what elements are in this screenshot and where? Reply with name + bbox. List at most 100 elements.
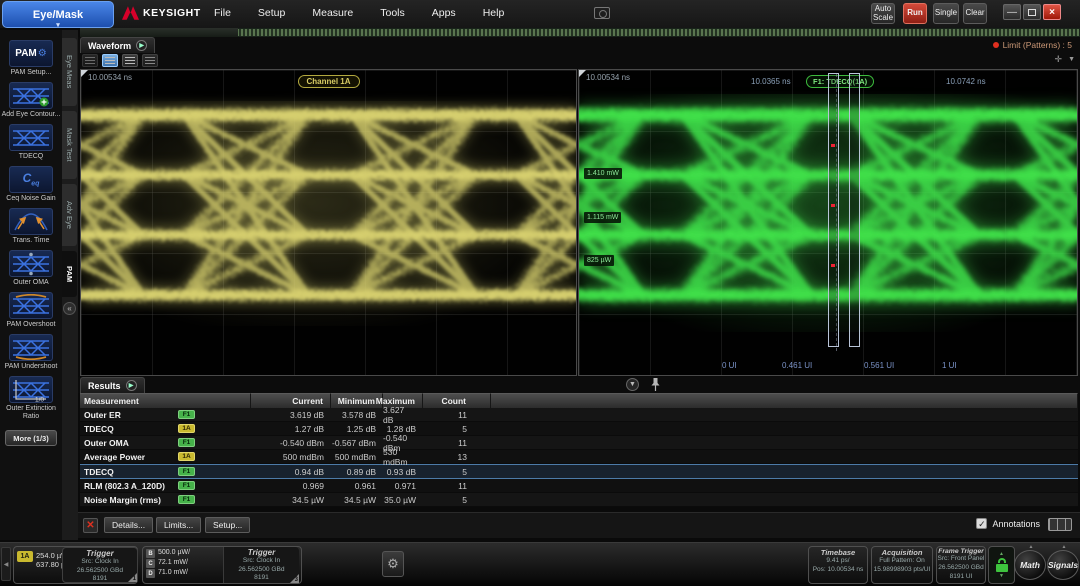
annotations-checkbox[interactable]: ✓ bbox=[976, 518, 987, 529]
timebase-panel[interactable]: Timebase 9.41 ps/ Pos: 10.00534 ns bbox=[808, 546, 868, 584]
sidebar-item-label: PAM Overshoot bbox=[7, 321, 56, 329]
tab-pam[interactable]: PAM bbox=[62, 251, 77, 297]
close-button[interactable]: × bbox=[1043, 4, 1061, 20]
trigger-pattern-length: 8191 bbox=[224, 574, 299, 583]
sidebar-item-ceq-noise-gain[interactable]: Ceq Ceq Noise Gain bbox=[1, 166, 61, 203]
trigger-pattern-length: 8191 bbox=[63, 575, 137, 584]
col-current[interactable]: Current bbox=[251, 393, 331, 408]
statusbar-gear-icon[interactable]: ⚙ bbox=[382, 551, 404, 577]
app-mode-label: Eye/Mask bbox=[33, 9, 83, 21]
lock-button[interactable]: ▲ ▼ bbox=[988, 546, 1015, 584]
sidebar-item-outer-extinction-ratio[interactable]: 1/0 Outer Extinction Ratio bbox=[1, 376, 61, 421]
table-row[interactable]: Average Power 1A 500 mdBm 500 mdBm 530 m… bbox=[80, 450, 1078, 464]
channel-badge[interactable]: Channel 1A bbox=[297, 75, 359, 88]
signals-button[interactable]: Signals bbox=[1047, 550, 1079, 580]
table-row[interactable]: RLM (802.3 A_120D) F1 0.969 0.961 0.971 … bbox=[80, 479, 1078, 493]
camera-icon[interactable] bbox=[594, 7, 610, 19]
tab-mask-test[interactable]: Mask Test bbox=[62, 111, 77, 179]
menu-help[interactable]: Help bbox=[483, 7, 505, 19]
current-value: 3.619 dB bbox=[251, 408, 331, 421]
toolbar-dropdown-icon[interactable]: ▼ bbox=[1068, 56, 1075, 63]
move-crosshair-icon[interactable]: ✛ bbox=[1054, 54, 1062, 65]
trigger-panel-1[interactable]: Trigger Src: Clock In 26.562500 GBd 8191… bbox=[62, 547, 138, 583]
collapse-results-icon[interactable]: ▼ bbox=[626, 378, 639, 391]
graticule-tdecq-function[interactable]: 10.00534 ns 10.0365 ns F1: TDECQ(1A) 10.… bbox=[578, 69, 1078, 376]
layout-rows-button[interactable] bbox=[122, 54, 138, 67]
tab-adv-eye[interactable]: Adv Eye bbox=[62, 184, 77, 246]
run-button[interactable]: Run bbox=[903, 3, 927, 24]
app-mode-button[interactable]: Eye/Mask ▾ bbox=[2, 1, 114, 28]
current-value: 500 mdBm bbox=[251, 450, 331, 463]
table-row[interactable]: TDECQ 1A 1.27 dB 1.25 dB 1.28 dB 5 bbox=[80, 422, 1078, 436]
sidebar-item-pam-setup[interactable]: PAM⚙ PAM Setup... bbox=[1, 40, 61, 77]
menu-measure[interactable]: Measure bbox=[312, 7, 353, 19]
trigger-rate: 26.562500 GBd bbox=[63, 567, 137, 576]
marker-bar-left[interactable] bbox=[828, 73, 839, 347]
sidebar-item-label: Add Eye Contour... bbox=[2, 111, 61, 119]
col-count[interactable]: Count bbox=[423, 393, 491, 408]
clear-button[interactable]: Clear bbox=[963, 3, 987, 24]
delete-measurement-button[interactable]: ✕ bbox=[83, 518, 98, 533]
channels-bcd-panel[interactable]: B 500.0 µW/ C 72.1 mW/ D 71.0 mW/ Trigge… bbox=[142, 546, 302, 584]
play-icon[interactable]: ▶ bbox=[126, 380, 137, 391]
sidebar-item-tdecq[interactable]: TDECQ bbox=[1, 124, 61, 161]
frame-trigger-panel[interactable]: Frame Trigger Src: Front Panel 26.562500… bbox=[936, 546, 986, 584]
arrow-up-icon: ▲ bbox=[1047, 545, 1080, 550]
timestamp-label: 10.00534 ns bbox=[586, 73, 630, 82]
statusbar: ◀ 1A 254.0 µW/ 637.80 µW Trigger Src: Cl… bbox=[0, 542, 1080, 586]
statusbar-scroll-left-button[interactable]: ◀ bbox=[1, 547, 11, 581]
keysight-spark-icon bbox=[122, 6, 139, 20]
table-row-selected[interactable]: TDECQ F1 0.94 dB 0.89 dB 0.93 dB 5 bbox=[80, 464, 1078, 479]
menu-setup[interactable]: Setup bbox=[258, 7, 285, 19]
layout-single-button[interactable] bbox=[82, 54, 98, 67]
sidebar-item-outer-oma[interactable]: Outer OMA bbox=[1, 250, 61, 287]
tab-eye-meas[interactable]: Eye Meas bbox=[62, 38, 77, 106]
setup-button[interactable]: Setup... bbox=[205, 517, 250, 533]
menu-tools[interactable]: Tools bbox=[380, 7, 405, 19]
graticule-channel-1a[interactable]: 10.00534 ns Channel 1A bbox=[80, 69, 577, 376]
annotations-toggle[interactable]: ✓ Annotations bbox=[976, 518, 1040, 529]
trigger-panel-2[interactable]: Trigger Src: Clock In 26.562500 GBd 8191… bbox=[223, 547, 299, 583]
trigger-rate: 26.562500 GBd bbox=[224, 566, 299, 575]
time-label-right: 10.0742 ns bbox=[946, 77, 986, 86]
math-button[interactable]: Math bbox=[1014, 550, 1046, 580]
threshold-level-label: 1.115 mW bbox=[584, 212, 621, 223]
minimize-button[interactable]: — bbox=[1003, 4, 1021, 20]
sidebar-item-pam-overshoot[interactable]: PAM Overshoot bbox=[1, 292, 61, 329]
collapse-sidebar-button[interactable]: « bbox=[63, 302, 76, 315]
menu-apps[interactable]: Apps bbox=[432, 7, 456, 19]
auto-scale-button[interactable]: Auto Scale bbox=[871, 3, 895, 24]
pin-icon[interactable] bbox=[650, 377, 661, 392]
col-measurement[interactable]: Measurement bbox=[80, 393, 251, 408]
sidebar-item-pam-undershoot[interactable]: PAM Undershoot bbox=[1, 334, 61, 371]
limits-button[interactable]: Limits... bbox=[156, 517, 201, 533]
sidebar-item-label: TDECQ bbox=[19, 153, 44, 161]
table-row[interactable]: Outer ER F1 3.619 dB 3.578 dB 3.627 dB 1… bbox=[80, 408, 1078, 422]
pam-undershoot-icon bbox=[9, 334, 53, 361]
restore-button[interactable] bbox=[1023, 4, 1041, 20]
table-row[interactable]: Noise Margin (rms) F1 34.5 µW 34.5 µW 35… bbox=[80, 493, 1078, 507]
tab-results[interactable]: Results ▶ bbox=[80, 377, 145, 393]
annotation-table-icon[interactable] bbox=[1048, 518, 1072, 531]
tab-waveform[interactable]: Waveform ▶ bbox=[80, 37, 155, 53]
measurement-name: Outer OMA bbox=[84, 438, 129, 448]
layout-split-button[interactable] bbox=[102, 54, 118, 67]
pam-overshoot-icon bbox=[9, 292, 53, 319]
menu-file[interactable]: File bbox=[214, 7, 231, 19]
details-button[interactable]: Details... bbox=[104, 517, 153, 533]
play-icon[interactable]: ▶ bbox=[136, 40, 147, 51]
layout-grid-button[interactable] bbox=[142, 54, 158, 67]
transition-time-icon bbox=[9, 208, 53, 235]
sidebar-item-trans-time[interactable]: Trans. Time bbox=[1, 208, 61, 245]
outer-extinction-ratio-icon: 1/0 bbox=[9, 376, 53, 403]
function-badge[interactable]: F1: TDECQ(1A) bbox=[806, 75, 874, 88]
single-button[interactable]: Single bbox=[933, 3, 959, 24]
source-badge: F1 bbox=[178, 467, 195, 476]
acquisition-panel[interactable]: Acquisition Full Pattern: On 15.98998903… bbox=[871, 546, 933, 584]
arrow-down-icon: ▼ bbox=[999, 573, 1004, 579]
marker-bar-right[interactable] bbox=[849, 73, 860, 347]
sidebar-item-add-eye-contour[interactable]: Add Eye Contour... bbox=[1, 82, 61, 119]
frame-trigger-source: Src: Front Panel bbox=[937, 555, 985, 564]
more-pages-button[interactable]: More (1/3) bbox=[5, 430, 57, 446]
table-row[interactable]: Outer OMA F1 -0.540 dBm -0.567 dBm -0.54… bbox=[80, 436, 1078, 450]
